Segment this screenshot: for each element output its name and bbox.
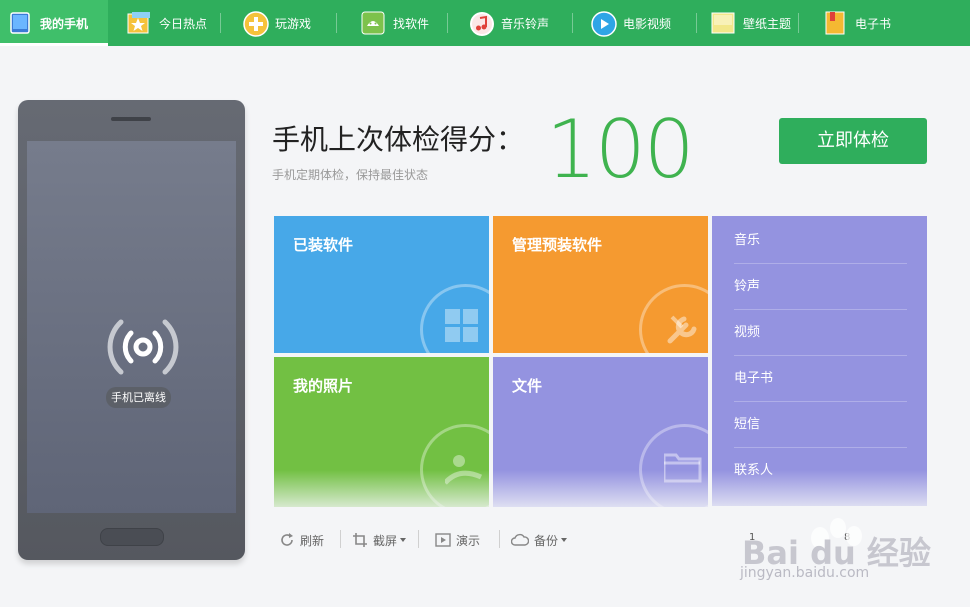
- tab-label: 电影视频: [623, 16, 672, 31]
- refresh-label: 刷新: [300, 533, 325, 548]
- chevron-down-icon[interactable]: [561, 538, 568, 542]
- tile-label: 已装软件: [293, 236, 354, 254]
- tab-label: 今日热点: [159, 16, 208, 31]
- tab-label: 我的手机: [40, 16, 89, 31]
- backup-button[interactable]: 备份: [511, 530, 568, 550]
- tab-games[interactable]: 玩游戏: [221, 0, 336, 46]
- media-list-panel: 音乐 铃声 视频 电子书 短信 联系人: [712, 216, 927, 506]
- tile-label: 我的照片: [293, 377, 354, 395]
- top-nav: 我的手机 今日热点 玩游戏 找软件 音乐铃声 电影视频 壁纸主题 电子书: [0, 0, 970, 46]
- list-item-videos[interactable]: 视频: [734, 310, 907, 356]
- toolbar-divider: [499, 530, 500, 548]
- refresh-button[interactable]: 刷新: [279, 530, 324, 550]
- phone-screen: 手机已离线: [27, 141, 236, 513]
- phone-offline-status: 手机已离线: [106, 387, 171, 408]
- toolbar-divider: [340, 530, 341, 548]
- phone-frame: 手机已离线: [18, 100, 245, 560]
- tab-my-phone[interactable]: 我的手机: [0, 0, 108, 46]
- music-icon: [469, 11, 494, 36]
- backup-label: 备份: [534, 533, 559, 548]
- list-item-music[interactable]: 音乐: [734, 218, 907, 264]
- tab-find-software[interactable]: 找软件: [337, 0, 447, 46]
- score-title: 手机上次体检得分：: [272, 123, 525, 156]
- wrench-icon: [639, 284, 708, 353]
- phone-speaker: [111, 117, 151, 121]
- watermark-url: jingyan.baidu.com: [740, 565, 870, 581]
- tab-today-hot[interactable]: 今日热点: [108, 0, 220, 46]
- photo-icon: [420, 424, 489, 507]
- list-item-sms[interactable]: 短信: [734, 402, 907, 448]
- cloud-icon: [511, 533, 529, 546]
- demo-button[interactable]: 演示: [435, 530, 480, 550]
- apps-grid-icon: [420, 284, 489, 353]
- tile-preinstalled-apps[interactable]: 管理预装软件: [493, 216, 708, 353]
- chevron-down-icon[interactable]: [400, 538, 407, 542]
- tile-files[interactable]: 文件: [493, 357, 708, 507]
- screenshot-label: 截屏: [373, 533, 398, 548]
- crop-icon: [353, 533, 367, 547]
- tab-music-ringtones[interactable]: 音乐铃声: [448, 0, 572, 46]
- score-subtitle: 手机定期体检，保持最佳状态: [272, 168, 429, 182]
- tab-ebooks[interactable]: 电子书: [799, 0, 899, 46]
- list-item-ebooks[interactable]: 电子书: [734, 356, 907, 402]
- tab-label: 电子书: [855, 16, 892, 31]
- tile-installed-apps[interactable]: 已装软件: [274, 216, 489, 353]
- score-value: 100: [546, 103, 695, 196]
- phone-icon: [8, 11, 32, 35]
- wallpaper-icon: [711, 11, 735, 35]
- android-icon: [361, 11, 385, 35]
- tab-movies[interactable]: 电影视频: [573, 0, 696, 46]
- signal-offline-icon: [107, 319, 179, 375]
- toolbar-divider: [418, 530, 419, 548]
- tab-wallpaper[interactable]: 壁纸主题: [697, 0, 798, 46]
- gamepad-icon: [243, 11, 269, 37]
- tile-my-photos[interactable]: 我的照片: [274, 357, 489, 507]
- tab-label: 玩游戏: [275, 16, 312, 31]
- star-icon: [127, 11, 151, 35]
- check-now-button[interactable]: 立即体检: [779, 118, 927, 164]
- book-icon: [823, 11, 847, 35]
- play-icon: [591, 11, 617, 37]
- tile-label: 文件: [512, 377, 543, 395]
- folder-icon: [639, 424, 708, 507]
- tile-label: 管理预装软件: [512, 236, 603, 254]
- tab-label: 壁纸主题: [743, 16, 792, 31]
- play-box-icon: [435, 533, 451, 547]
- list-item-ringtones[interactable]: 铃声: [734, 264, 907, 310]
- phone-home-button: [100, 528, 164, 546]
- refresh-icon: [281, 533, 293, 546]
- screenshot-button[interactable]: 截屏: [352, 530, 407, 550]
- tab-label: 找软件: [393, 16, 430, 31]
- demo-label: 演示: [456, 533, 481, 548]
- tab-label: 音乐铃声: [501, 16, 550, 31]
- list-item-contacts[interactable]: 联系人: [734, 448, 907, 494]
